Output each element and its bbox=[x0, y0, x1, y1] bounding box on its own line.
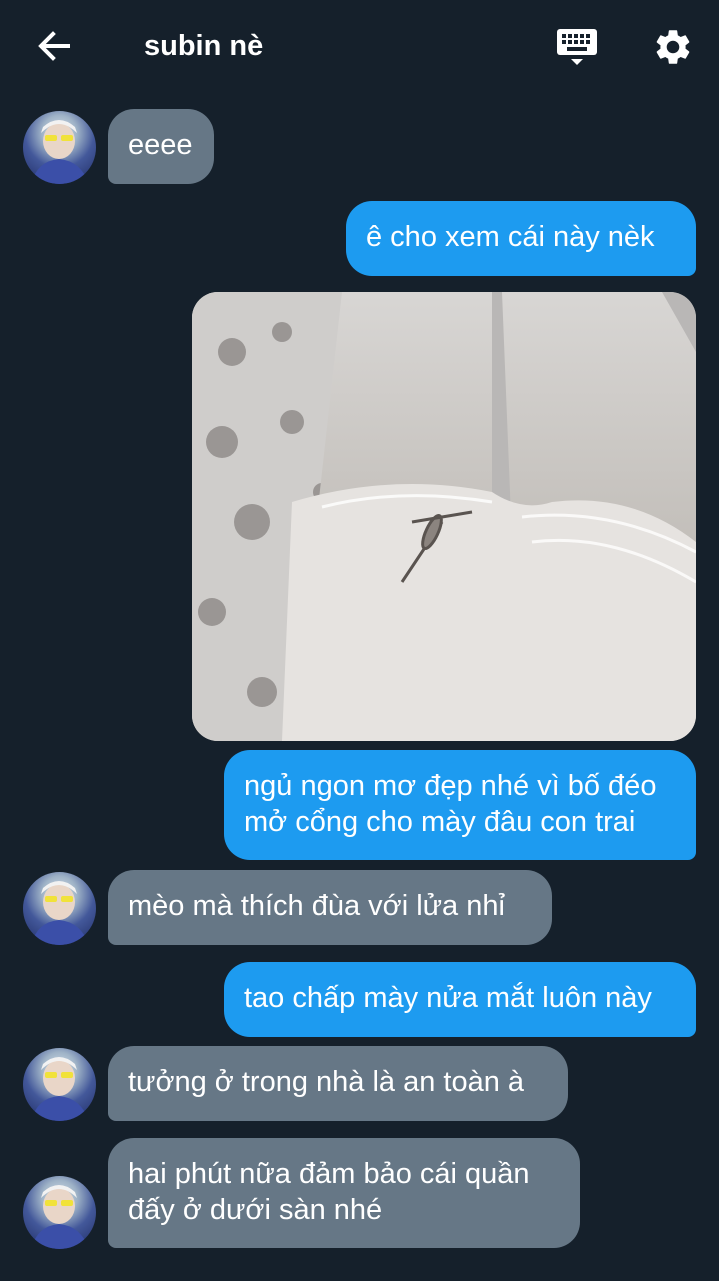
avatar-photo bbox=[31, 881, 89, 945]
message-text: tưởng ở trong nhà là an toàn à bbox=[128, 1066, 525, 1098]
message-bubble-outgoing[interactable]: ngủ ngon mơ đẹp nhé vì bố đéo mở cổng ch… bbox=[224, 750, 696, 860]
keyboard-icon bbox=[557, 29, 597, 65]
keyboard-button[interactable] bbox=[550, 20, 604, 74]
message-bubble-incoming[interactable]: mèo mà thích đùa với lửa nhỉ bbox=[108, 870, 552, 945]
message-bubble-outgoing[interactable]: ê cho xem cái này nèk bbox=[346, 201, 696, 276]
avatar-photo bbox=[31, 120, 89, 184]
avatar-photo bbox=[31, 1057, 89, 1121]
message-image[interactable] bbox=[192, 292, 696, 741]
gear-icon bbox=[656, 30, 690, 64]
message-bubble-outgoing[interactable]: tao chấp mày nửa mắt luôn này bbox=[224, 962, 696, 1037]
chat-header: subin nè bbox=[0, 0, 719, 92]
message-text-line: đấy ở dưới sàn nhé bbox=[128, 1194, 383, 1226]
message-text-line: mở cổng cho mày đâu con trai bbox=[244, 806, 636, 838]
message-bubble-incoming[interactable]: tưởng ở trong nhà là an toàn à bbox=[108, 1046, 568, 1121]
message-text: eeee bbox=[128, 129, 193, 161]
avatar[interactable] bbox=[23, 872, 96, 945]
message-bubble-incoming[interactable]: eeee bbox=[108, 109, 214, 184]
shared-photo bbox=[192, 292, 696, 741]
page-title: subin nè bbox=[144, 30, 264, 62]
message-text: mèo mà thích đùa với lửa nhỉ bbox=[128, 890, 505, 922]
avatar[interactable] bbox=[23, 111, 96, 184]
back-button[interactable] bbox=[28, 22, 80, 70]
message-text: ê cho xem cái này nèk bbox=[366, 221, 655, 253]
settings-button[interactable] bbox=[646, 20, 700, 74]
avatar[interactable] bbox=[23, 1176, 96, 1249]
message-text: tao chấp mày nửa mắt luôn này bbox=[244, 982, 652, 1014]
message-bubble-incoming[interactable]: hai phút nữa đảm bảo cái quần đấy ở dưới… bbox=[108, 1138, 580, 1248]
avatar-photo bbox=[31, 1185, 89, 1249]
avatar[interactable] bbox=[23, 1048, 96, 1121]
message-text-line: hai phút nữa đảm bảo cái quần bbox=[128, 1158, 530, 1190]
chat-screen: subin nè eeee ê cho xem cái này nèk ngủ … bbox=[0, 0, 719, 1281]
arrow-left-icon bbox=[38, 31, 70, 61]
message-text-line: ngủ ngon mơ đẹp nhé vì bố đéo bbox=[244, 770, 657, 802]
